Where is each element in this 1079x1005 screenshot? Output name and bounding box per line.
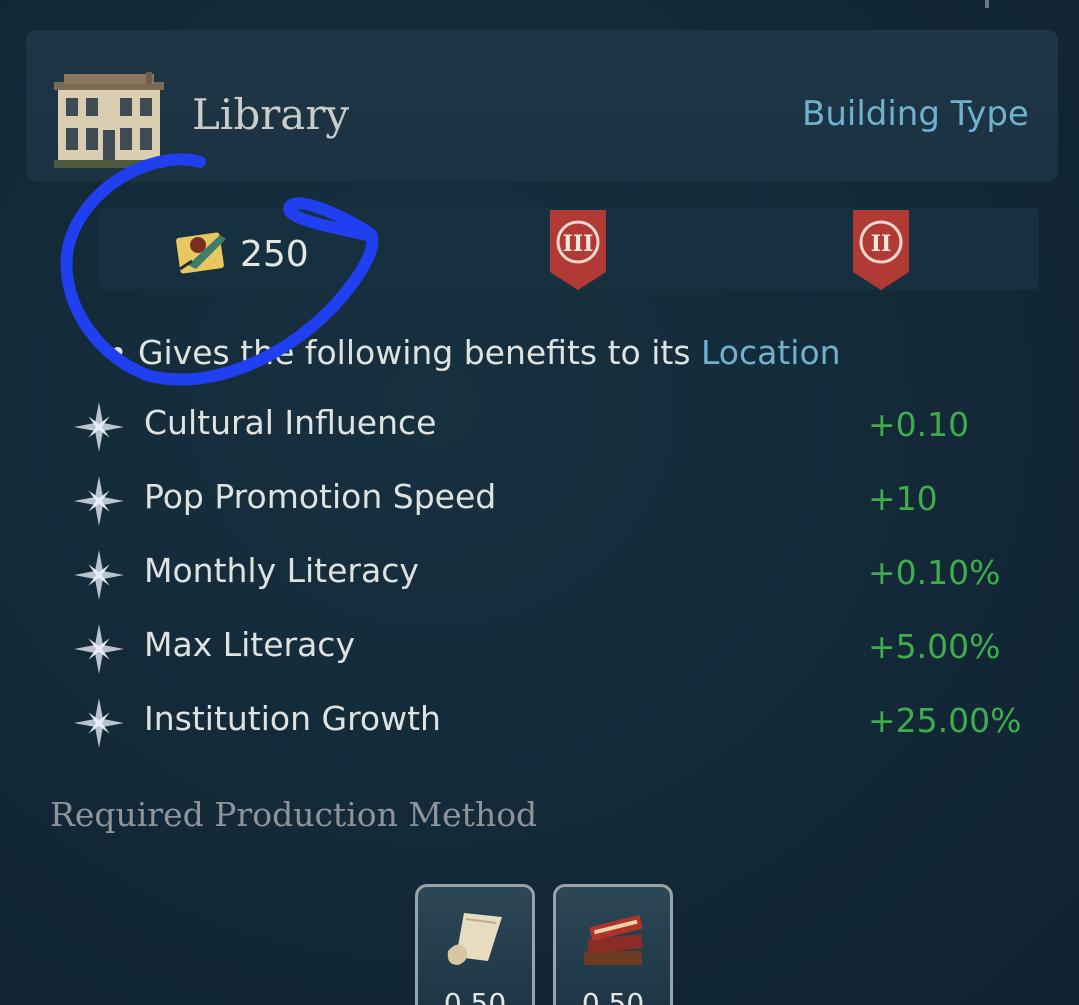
modifier-value: +10 [868,479,938,518]
modifier-value: +25.00% [868,701,1022,740]
divider [985,0,989,8]
modifier-row: Cultural Influence +0.10 [72,398,1052,454]
paper-scroll-icon [447,913,502,965]
tier-three-label: III [563,231,594,257]
modifier-row: Max Literacy +5.00% [72,620,1052,676]
compass-star-icon [74,402,124,452]
compass-star-icon [74,550,124,600]
modifier-row: Monthly Literacy +0.10% [72,546,1052,602]
production-method-value: 0.50 [443,987,507,1005]
modifier-value: +5.00% [868,627,1001,666]
tier-two-label: II [871,231,892,257]
required-production-label: Required Production Method [50,795,538,834]
modifier-label: Pop Promotion Speed [144,477,497,516]
compass-star-icon [74,698,124,748]
production-method-card[interactable]: 0.50 [553,884,673,1005]
compass-star-icon [74,476,124,526]
location-link[interactable]: Location [701,333,841,372]
tier-three-badge-icon[interactable]: III [548,210,608,292]
modifier-row: Institution Growth +25.00% [72,694,1052,750]
modifier-value: +0.10 [868,405,970,444]
modifier-label: Monthly Literacy [144,551,419,590]
compass-star-icon [74,624,124,674]
building-type-link[interactable]: Building Type [802,94,1029,134]
modifier-label: Institution Growth [144,699,441,738]
hand-drawn-circle-annotation [60,153,379,386]
modifier-label: Max Literacy [144,625,355,664]
books-icon [584,915,643,965]
production-method-card[interactable]: 0.50 [415,884,535,1005]
building-tooltip: Library Building Type 250 III II • Gives… [0,0,1079,1005]
tier-two-badge-icon[interactable]: II [851,210,911,292]
modifier-value: +0.10% [868,553,1001,592]
modifier-label: Cultural Influence [144,403,437,442]
modifier-row: Pop Promotion Speed +10 [72,472,1052,528]
building-title: Library [192,90,350,139]
production-method-value: 0.50 [581,987,645,1005]
